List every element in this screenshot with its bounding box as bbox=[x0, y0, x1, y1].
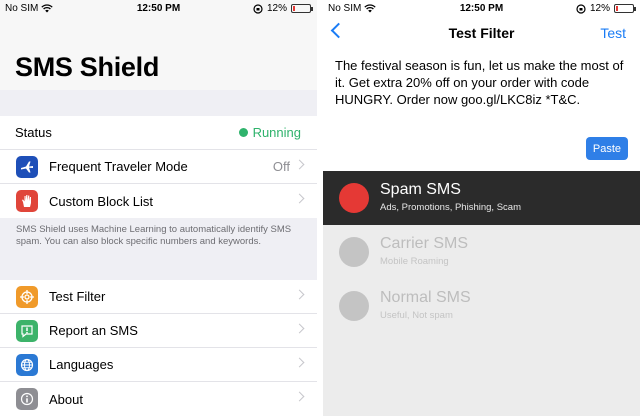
menu-item-report-sms[interactable]: Report an SMS bbox=[0, 314, 317, 348]
test-filter-screen: No SIM 12:50 PM 12% Test Filter Test The… bbox=[323, 0, 640, 416]
orientation-lock-icon bbox=[253, 3, 263, 14]
status-label: Status bbox=[15, 125, 52, 140]
settings-item-frequent-traveler[interactable]: Frequent Traveler Mode Off bbox=[0, 150, 317, 184]
page-title: Test Filter bbox=[448, 25, 515, 41]
chevron-right-icon bbox=[294, 323, 305, 334]
airplane-icon bbox=[16, 155, 38, 178]
message-text-area[interactable]: The festival season is fun, let us make … bbox=[335, 57, 633, 108]
description-footnote: SMS Shield uses Machine Learning to auto… bbox=[16, 224, 292, 247]
chevron-right-icon bbox=[294, 289, 305, 300]
settings-item-custom-block-list[interactable]: Custom Block List bbox=[0, 184, 317, 218]
option-indicator bbox=[339, 237, 369, 267]
menu-item-about[interactable]: About bbox=[0, 382, 317, 416]
info-icon bbox=[16, 388, 38, 410]
hand-icon bbox=[16, 190, 38, 212]
menu-item-languages[interactable]: Languages bbox=[0, 348, 317, 382]
menu-item-label: Languages bbox=[49, 357, 114, 372]
option-subtitle: Mobile Roaming bbox=[380, 256, 449, 267]
option-normal-sms[interactable]: Normal SMS Useful, Not spam bbox=[323, 279, 640, 333]
menu-group: Test Filter Report an SMS Languages Abou… bbox=[0, 280, 317, 416]
option-title: Carrier SMS bbox=[380, 235, 469, 252]
status-group: Status Running Frequent Traveler Mode Of… bbox=[0, 116, 317, 218]
app-title: SMS Shield bbox=[15, 52, 160, 82]
status-dot bbox=[238, 128, 248, 137]
chevron-right-icon bbox=[294, 193, 305, 204]
classification-options: Spam SMS Ads, Promotions, Phishing, Scam… bbox=[323, 171, 640, 416]
traveler-mode-value: Off bbox=[272, 159, 290, 174]
exclamation-icon bbox=[16, 319, 38, 342]
paste-button[interactable]: Paste bbox=[586, 137, 628, 160]
battery-percent: 12% bbox=[266, 3, 287, 14]
sms-shield-main-screen: No SIM 12:50 PM 12% SMS Shield Status Ru… bbox=[0, 0, 317, 416]
battery-icon bbox=[614, 4, 636, 13]
option-subtitle: Ads, Promotions, Phishing, Scam bbox=[380, 202, 521, 213]
battery-icon bbox=[291, 4, 313, 13]
option-title: Spam SMS bbox=[380, 181, 461, 198]
navigation-bar: Test Filter Test bbox=[323, 18, 640, 48]
chevron-right-icon bbox=[294, 391, 305, 402]
settings-item-label: Frequent Traveler Mode bbox=[49, 159, 188, 174]
test-button[interactable]: Test bbox=[600, 25, 626, 41]
option-title: Normal SMS bbox=[380, 289, 471, 306]
option-indicator bbox=[339, 291, 369, 321]
menu-item-test-filter[interactable]: Test Filter bbox=[0, 280, 317, 314]
menu-item-label: Report an SMS bbox=[49, 323, 138, 338]
battery-level bbox=[293, 6, 295, 11]
option-spam-sms[interactable]: Spam SMS Ads, Promotions, Phishing, Scam bbox=[323, 171, 640, 225]
settings-item-label: Custom Block List bbox=[49, 193, 154, 209]
status-indicator: Running bbox=[238, 125, 301, 140]
battery-percent: 12% bbox=[589, 3, 610, 14]
option-indicator bbox=[339, 183, 369, 213]
target-icon bbox=[16, 285, 38, 308]
orientation-lock-icon bbox=[576, 3, 586, 14]
status-value: Running bbox=[252, 125, 301, 140]
option-subtitle: Useful, Not spam bbox=[380, 310, 453, 321]
menu-item-label: About bbox=[49, 391, 83, 407]
option-carrier-sms[interactable]: Carrier SMS Mobile Roaming bbox=[323, 225, 640, 279]
battery-level bbox=[616, 6, 618, 11]
chevron-right-icon bbox=[294, 357, 305, 368]
globe-icon bbox=[16, 353, 38, 376]
status-row: Status Running bbox=[0, 116, 317, 150]
chevron-right-icon bbox=[294, 159, 305, 170]
status-bar: No SIM 12:50 PM 12% bbox=[0, 0, 317, 18]
menu-item-label: Test Filter bbox=[49, 289, 106, 304]
status-bar: No SIM 12:50 PM 12% bbox=[323, 0, 640, 18]
